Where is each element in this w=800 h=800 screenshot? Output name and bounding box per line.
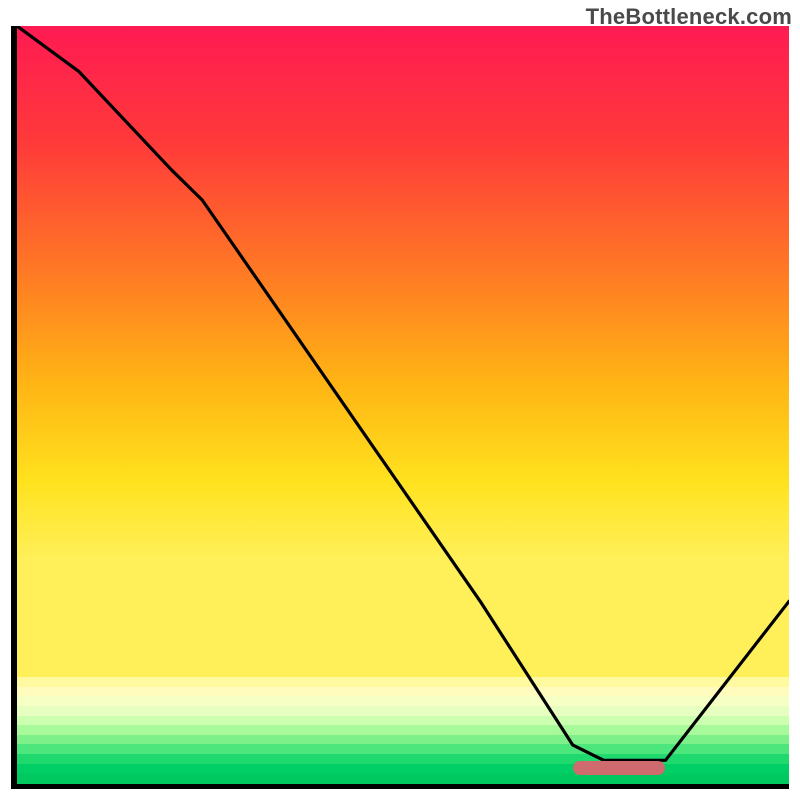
chart-stage: TheBottleneck.com xyxy=(0,0,800,800)
plot-area xyxy=(17,26,789,783)
gradient-top xyxy=(17,26,789,677)
optimal-range-marker xyxy=(573,761,666,775)
gradient-band xyxy=(17,773,789,783)
plot-frame xyxy=(11,26,789,789)
heat-gradient xyxy=(17,26,789,783)
